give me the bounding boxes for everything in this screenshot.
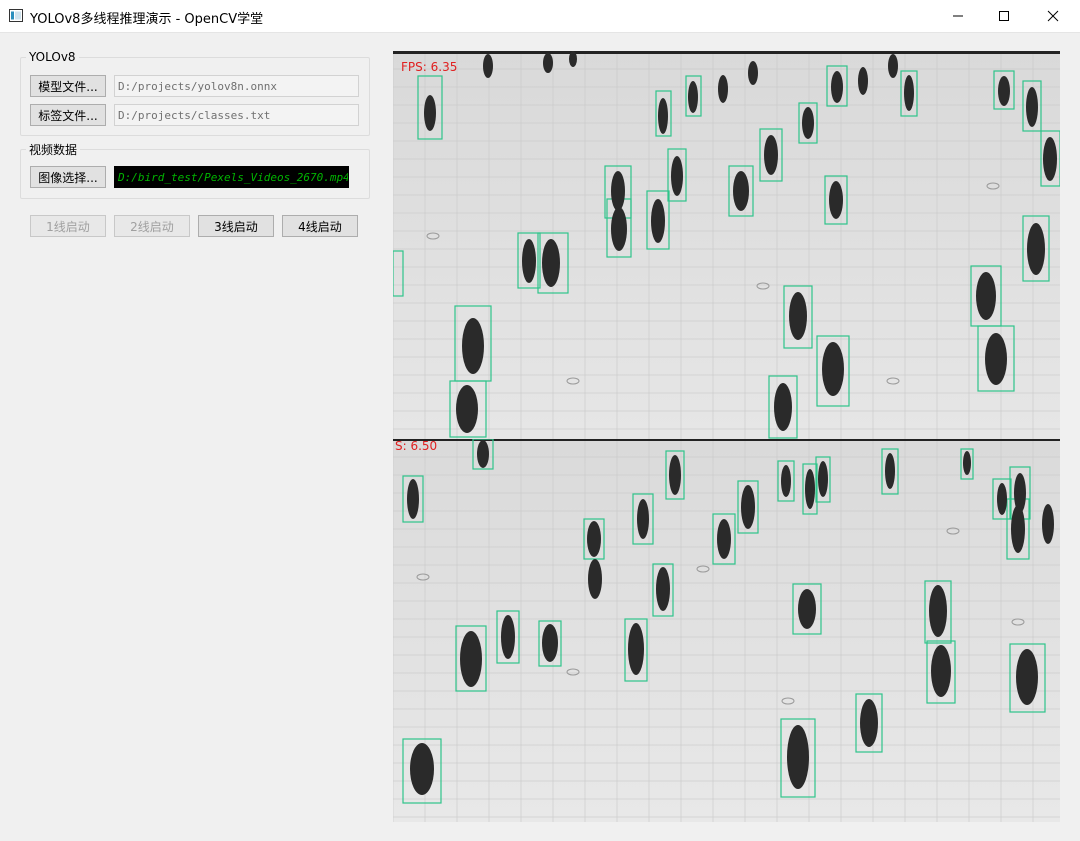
close-button[interactable] [1030, 0, 1076, 32]
video-group-title: 视频数据 [26, 141, 81, 158]
image-select-button[interactable]: 图像选择... [30, 166, 106, 188]
title-bar: YOLOv8多线程推理演示 - OpenCV学堂 [0, 0, 1080, 33]
minimize-button[interactable] [935, 0, 981, 32]
video-panel-top: FPS: 6.35 [393, 51, 1060, 439]
video-frame-top [393, 51, 1060, 439]
fps-label-bottom: S: 6.50 [395, 439, 438, 453]
window-title: YOLOv8多线程推理演示 - OpenCV学堂 [30, 12, 264, 27]
model-group-title: YOLOv8 [26, 50, 79, 64]
model-path-field[interactable]: D:/projects/yolov8n.onnx [114, 75, 359, 97]
maximize-button[interactable] [981, 0, 1027, 32]
launch-2-thread-button[interactable]: 2线启动 [114, 215, 190, 237]
launch-1-thread-button[interactable]: 1线启动 [30, 215, 106, 237]
model-file-button[interactable]: 模型文件... [30, 75, 106, 97]
video-frame-bottom [393, 439, 1060, 822]
launch-3-thread-button[interactable]: 3线启动 [198, 215, 274, 237]
launch-4-thread-button[interactable]: 4线启动 [282, 215, 358, 237]
fps-label-top: FPS: 6.35 [401, 60, 458, 74]
minimize-icon [953, 15, 963, 17]
video-path-field[interactable]: D:/bird_test/Pexels_Videos_2670.mp4 [114, 166, 349, 188]
label-path-field[interactable]: D:/projects/classes.txt [114, 104, 359, 126]
close-icon [1047, 10, 1059, 22]
app-window-icon [9, 9, 23, 22]
video-panel-bottom: S: 6.50 [393, 439, 1060, 822]
label-file-button[interactable]: 标签文件... [30, 104, 106, 126]
maximize-icon [999, 11, 1009, 21]
